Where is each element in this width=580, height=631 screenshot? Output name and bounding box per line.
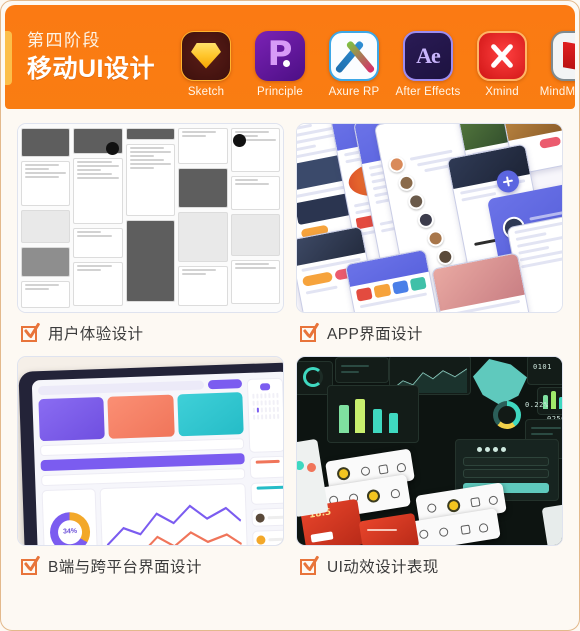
stage-label: 第四阶段 bbox=[27, 31, 101, 50]
metric-number: 0.22% bbox=[525, 401, 549, 409]
principle-icon: P bbox=[255, 30, 305, 81]
caption-app-ui: APP界面设计 bbox=[296, 313, 563, 350]
thumbnail-app-screens[interactable] bbox=[296, 123, 563, 313]
app-label: MindManager bbox=[539, 85, 575, 98]
caption-text: APP界面设计 bbox=[327, 326, 423, 343]
tablet-device: 34% bbox=[18, 362, 283, 545]
thumbnail-wireframe-collage[interactable] bbox=[17, 123, 284, 313]
checkbox-checked-icon bbox=[300, 557, 319, 576]
app-item-mindmanager[interactable]: MindManager bbox=[539, 30, 575, 98]
metric-number: 0101 bbox=[533, 363, 552, 371]
checkbox-checked-icon bbox=[300, 324, 319, 343]
sketch-icon bbox=[181, 30, 231, 81]
app-label: Principle bbox=[257, 85, 303, 98]
app-item-axure[interactable]: Axure RP bbox=[321, 30, 387, 98]
donut-chart: 34% bbox=[49, 511, 91, 545]
showcase-item-app-ui[interactable]: APP界面设计 bbox=[296, 123, 563, 350]
xmind-icon bbox=[477, 30, 527, 81]
thumbnail-dark-motion[interactable]: 0101 0.22% 0256 bbox=[296, 356, 563, 546]
showcase-grid: 用户体验设计 APP界面设计 34% B端与跨平台界面设计 0101 0.22%… bbox=[1, 109, 579, 593]
caption-text: UI动效设计表现 bbox=[327, 559, 439, 576]
app-item-xmind[interactable]: Xmind bbox=[469, 30, 535, 98]
stage-header: 第四阶段 移动UI设计 Sketch P Principle Axure RP … bbox=[5, 5, 575, 109]
caption-motion: UI动效设计表现 bbox=[296, 546, 563, 583]
stage-title: 移动UI设计 bbox=[27, 55, 156, 83]
app-item-principle[interactable]: P Principle bbox=[247, 30, 313, 98]
line-chart bbox=[99, 483, 249, 545]
checkbox-checked-icon bbox=[21, 324, 40, 343]
app-label: Sketch bbox=[187, 85, 225, 98]
caption-text: 用户体验设计 bbox=[48, 326, 144, 343]
software-list: Sketch P Principle Axure RP Ae After Eff… bbox=[173, 17, 575, 98]
app-label: After Effects bbox=[395, 85, 461, 98]
app-label: Xmind bbox=[485, 85, 519, 98]
axure-icon bbox=[329, 30, 379, 81]
mindmanager-icon bbox=[551, 30, 575, 81]
showcase-item-ux[interactable]: 用户体验设计 bbox=[17, 123, 284, 350]
app-label: Axure RP bbox=[328, 85, 380, 98]
app-item-after-effects[interactable]: Ae After Effects bbox=[395, 30, 461, 98]
stage-title-block: 第四阶段 移动UI设计 bbox=[5, 29, 173, 85]
caption-b-end: B端与跨平台界面设计 bbox=[17, 546, 284, 583]
caption-text: B端与跨平台界面设计 bbox=[48, 559, 202, 576]
calendar-widget bbox=[246, 377, 283, 453]
showcase-item-b-end[interactable]: 34% B端与跨平台界面设计 bbox=[17, 356, 284, 583]
header-accent-strip bbox=[5, 31, 12, 85]
app-item-sketch[interactable]: Sketch bbox=[173, 30, 239, 98]
after-effects-icon: Ae bbox=[403, 30, 453, 81]
checkbox-checked-icon bbox=[21, 557, 40, 576]
donut-label: 34% bbox=[62, 527, 78, 536]
caption-ux: 用户体验设计 bbox=[17, 313, 284, 350]
thumbnail-tablet-dashboard[interactable]: 34% bbox=[17, 356, 284, 546]
course-stage-card: 第四阶段 移动UI设计 Sketch P Principle Axure RP … bbox=[0, 0, 580, 631]
showcase-item-motion[interactable]: 0101 0.22% 0256 bbox=[296, 356, 563, 583]
